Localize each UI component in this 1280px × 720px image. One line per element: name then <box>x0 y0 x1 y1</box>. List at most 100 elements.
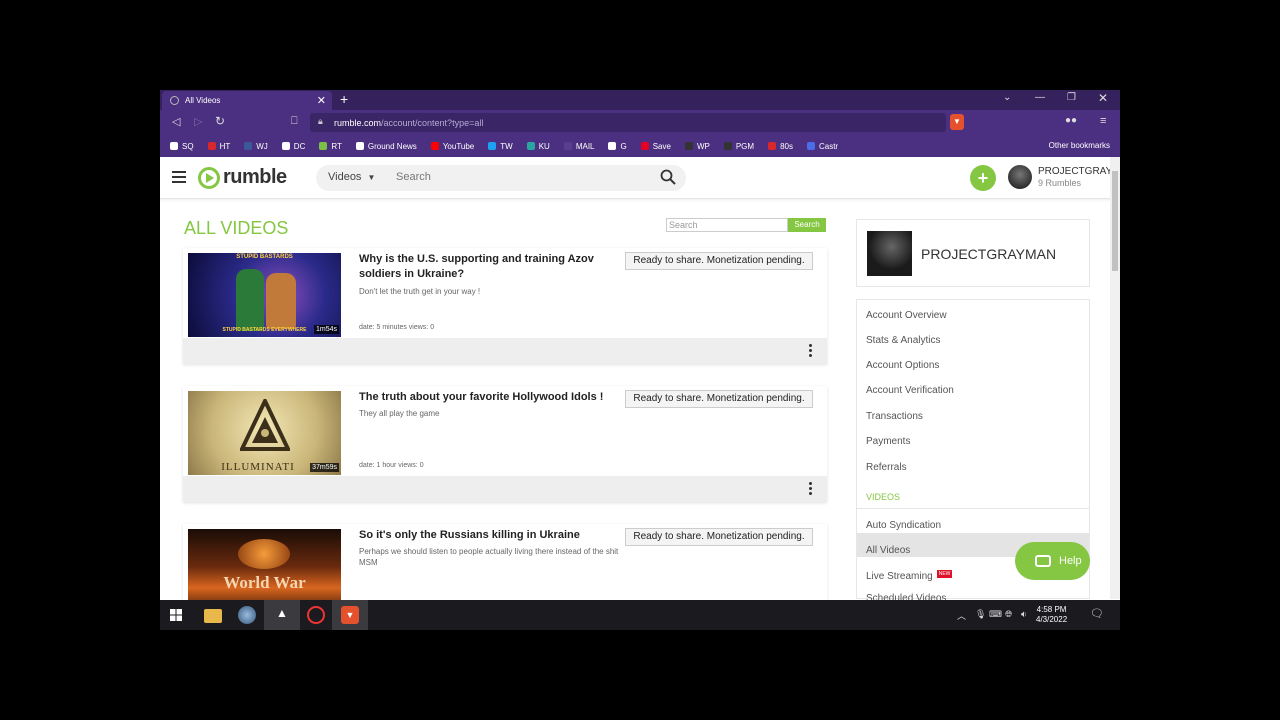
bookmark-item[interactable]: KU <box>526 141 550 151</box>
forward-icon[interactable]: ▷ <box>194 115 202 128</box>
bookmark-item[interactable]: RT <box>319 142 342 151</box>
brave-icon[interactable]: ▼ <box>341 606 359 624</box>
bookmark-item[interactable]: WJ <box>244 142 268 151</box>
scrollbar[interactable] <box>1110 157 1120 599</box>
bookmark-item[interactable]: WP <box>684 141 710 151</box>
vpn-icon[interactable]: ●● <box>1065 115 1077 126</box>
bookmark-label: WP <box>696 141 710 151</box>
status-badge: Ready to share. Monetization pending. <box>625 252 813 270</box>
clock-date: 4/3/2022 <box>1036 615 1068 624</box>
new-tab-button[interactable]: + <box>340 91 348 107</box>
avatar[interactable] <box>1008 165 1032 189</box>
menu-item-referrals[interactable]: Referrals <box>866 462 907 473</box>
other-bookmarks[interactable]: Other bookmarks <box>1049 141 1110 150</box>
url-path: /account/content?type=all <box>381 117 484 128</box>
menu-item-all-videos[interactable]: All Videos <box>866 545 910 556</box>
bookmark-label: KU <box>538 141 550 151</box>
more-options-icon[interactable] <box>809 344 813 359</box>
bookmark-item[interactable]: SQ <box>170 142 194 151</box>
url-host: rumble.com <box>334 117 382 128</box>
bookmark-label: G <box>620 141 627 151</box>
bookmark-favicon-icon <box>684 142 693 150</box>
video-action-bar <box>183 476 827 502</box>
bookmark-label: MAIL <box>575 141 595 151</box>
microphone-icon[interactable]: 🎙︎ <box>975 609 986 620</box>
menu-item-account-overview[interactable]: Account Overview <box>866 310 947 321</box>
video-title[interactable]: The truth about your favorite Hollywood … <box>359 390 629 405</box>
app-icon[interactable] <box>238 606 256 624</box>
bookmark-favicon-icon <box>640 142 649 150</box>
character-figure <box>236 269 264 331</box>
reload-icon[interactable]: ↻ <box>215 114 225 128</box>
tab-all-videos[interactable]: All Videos ✕ <box>162 91 332 110</box>
tab-title: All Videos <box>185 96 221 105</box>
bookmark-item[interactable]: Ground News <box>355 142 417 151</box>
minimize-icon[interactable]: — <box>1035 92 1045 103</box>
menu-item-stats-analytics[interactable]: Stats & Analytics <box>866 335 940 346</box>
record-icon[interactable] <box>307 606 325 624</box>
brave-shields-icon[interactable]: ▼ <box>950 114 964 130</box>
user-name[interactable]: PROJECTGRAY <box>1038 166 1112 177</box>
close-tab-icon[interactable]: ✕ <box>317 94 326 107</box>
menu-item-account-options[interactable]: Account Options <box>866 360 939 371</box>
bookmark-icon[interactable]: ⎕ <box>291 115 298 128</box>
menu-item-live-streaming[interactable]: Live Streaming NEW <box>866 570 953 582</box>
menu-item-transactions[interactable]: Transactions <box>866 411 923 422</box>
bookmark-label: SQ <box>182 141 194 151</box>
rumble-logo[interactable]: rumble <box>198 166 287 189</box>
bookmark-item[interactable]: DC <box>281 141 306 151</box>
bookmark-item[interactable]: 80s <box>768 142 793 151</box>
video-title[interactable]: So it's only the Russians killing in Ukr… <box>359 528 619 543</box>
taskbar-clock[interactable]: 4:58 PM 4/3/2022 <box>1036 605 1067 625</box>
search-category-select[interactable]: Videos ▼ <box>328 171 375 183</box>
video-thumbnail[interactable]: STUPID BASTARDS STUPID BASTARDS EVERYWHE… <box>188 253 341 337</box>
profile-name[interactable]: PROJECTGRAYMAN <box>921 246 1056 262</box>
menu-item-account-verification[interactable]: Account Verification <box>866 385 954 396</box>
search-input[interactable]: Search <box>396 171 431 183</box>
file-explorer-icon[interactable] <box>204 609 222 623</box>
bookmark-item[interactable]: TW <box>488 142 513 151</box>
restore-icon[interactable]: ❐ <box>1067 92 1076 103</box>
close-window-icon[interactable]: ✕ <box>1098 91 1108 105</box>
bookmark-item[interactable]: MAIL <box>563 141 595 151</box>
help-button[interactable]: Help <box>1015 542 1090 580</box>
obs-icon[interactable]: ▲ <box>273 606 291 624</box>
video-description: They all play the game <box>359 409 440 418</box>
menu-item-payments[interactable]: Payments <box>866 436 910 447</box>
video-thumbnail[interactable]: ILLUMINATI 37m59s <box>188 391 341 475</box>
tab-search-icon[interactable]: ⌄ <box>1003 92 1011 103</box>
notifications-icon[interactable]: 🗨︎ <box>1090 607 1104 620</box>
keyboard-icon[interactable]: ⌨︎ <box>989 609 1002 620</box>
profile-image[interactable] <box>867 231 912 276</box>
bookmark-item[interactable]: G <box>608 141 627 151</box>
profile-card: PROJECTGRAYMAN <box>856 219 1090 287</box>
menu-icon[interactable]: ≡ <box>1100 115 1106 127</box>
upload-button[interactable]: + <box>970 165 996 191</box>
hamburger-menu-icon[interactable] <box>172 171 186 186</box>
back-icon[interactable]: ◁ <box>172 115 180 128</box>
videos-search-button[interactable]: Search <box>788 218 826 232</box>
windows-start-icon[interactable] <box>170 609 182 621</box>
chevron-up-icon[interactable]: ︿ <box>957 609 966 622</box>
videos-search-input[interactable]: Search <box>666 218 788 232</box>
bookmark-favicon-icon <box>281 142 290 150</box>
bookmark-favicon-icon <box>723 142 732 150</box>
scrollbar-thumb[interactable] <box>1112 171 1118 271</box>
status-badge: Ready to share. Monetization pending. <box>625 528 813 546</box>
bookmark-item[interactable]: HT <box>207 142 230 151</box>
url-field[interactable]: 🔒︎ rumble.com/account/content?type=all <box>310 113 946 132</box>
volume-icon[interactable]: 🔉︎ <box>1021 609 1027 620</box>
network-icon[interactable]: 🌐︎ <box>1005 609 1012 620</box>
bookmark-item[interactable]: YouTube <box>430 142 474 151</box>
bookmark-item[interactable]: PGM <box>723 142 754 151</box>
video-title[interactable]: Why is the U.S. supporting and training … <box>359 252 619 282</box>
video-description: Perhaps we should listen to people actua… <box>359 547 619 567</box>
bookmark-item[interactable]: Save <box>640 142 671 151</box>
more-options-icon[interactable] <box>809 482 813 497</box>
divider <box>857 508 1089 509</box>
bookmark-label: DC <box>293 141 306 151</box>
menu-item-auto-syndication[interactable]: Auto Syndication <box>866 520 941 531</box>
bookmark-favicon-icon <box>244 142 253 150</box>
search-icon[interactable] <box>660 169 676 185</box>
bookmark-item[interactable]: Castr <box>806 142 838 151</box>
